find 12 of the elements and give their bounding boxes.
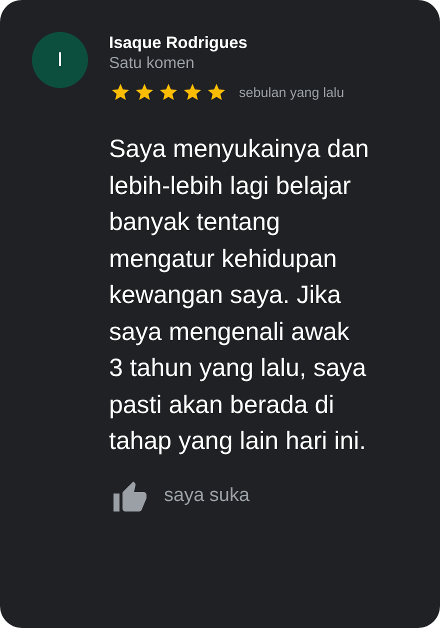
star-icon [135, 83, 154, 101]
star-icon [183, 83, 202, 101]
author-name: Isaque Rodrigues [109, 33, 248, 54]
avatar: I [32, 32, 88, 88]
star-icon [159, 83, 178, 101]
star-icon [207, 83, 226, 101]
star-icon [111, 83, 130, 101]
like-label: saya suka [164, 485, 250, 507]
review-text: Saya menyukainya dan lebih-lebih lagi belajar banyak tentang mengatur kehidupan kewangan saya. Jika saya mengenali awak 3 tahun yang lalu, saya pasti akan berada di tahap yang lain hari ini. [109, 134, 370, 457]
thumbs-up-icon[interactable] [112, 480, 148, 512]
author-meta: Satu komen [109, 54, 196, 74]
review-time: sebulan yang lalu [239, 84, 344, 100]
